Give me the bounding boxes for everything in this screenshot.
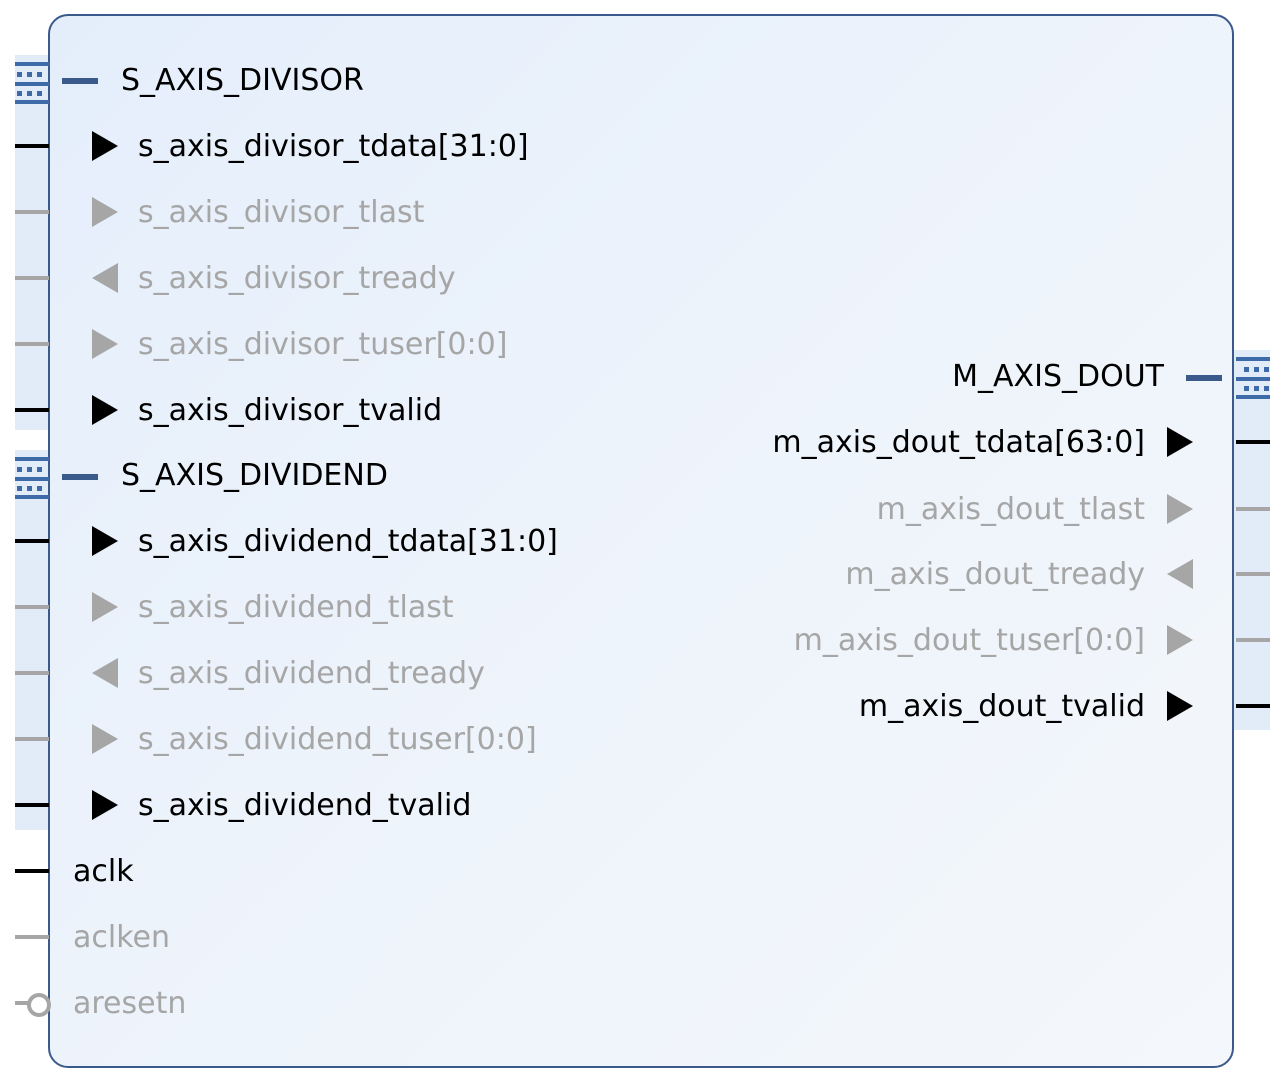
port-wire[interactable]: [15, 342, 49, 346]
port-wire[interactable]: [15, 276, 49, 280]
port-wire[interactable]: [1236, 572, 1270, 576]
output-arrow-icon: [1167, 625, 1193, 655]
signal-label: s_axis_divisor_tvalid: [138, 393, 443, 428]
input-arrow-icon: [1167, 559, 1193, 589]
port-wire[interactable]: [1236, 440, 1270, 444]
input-arrow-icon: [92, 197, 118, 227]
signal-label: m_axis_dout_tdata[63:0]: [772, 425, 1145, 460]
port-wire[interactable]: [15, 737, 49, 741]
port-wire[interactable]: [15, 803, 49, 807]
port-label-aclken: aclken: [73, 920, 170, 955]
collapse-minus-icon[interactable]: [62, 78, 98, 84]
signal-label: m_axis_dout_tuser[0:0]: [793, 623, 1145, 658]
input-arrow-icon: [92, 131, 118, 161]
s-axis-dividend-group-bg: [15, 450, 49, 830]
signal-label: m_axis_dout_tready: [845, 557, 1145, 592]
port-wire[interactable]: [15, 539, 49, 543]
port-wire[interactable]: [15, 210, 49, 214]
interface-name-s-axis-dividend: S_AXIS_DIVIDEND: [121, 458, 388, 493]
port-wire[interactable]: [15, 605, 49, 609]
output-arrow-icon: [1167, 494, 1193, 524]
collapse-minus-icon[interactable]: [1186, 375, 1222, 381]
collapse-minus-icon[interactable]: [62, 474, 98, 480]
active-low-bubble-icon[interactable]: [27, 993, 51, 1017]
signal-label: s_axis_divisor_tready: [138, 261, 456, 296]
output-arrow-icon: [92, 263, 118, 293]
port-wire[interactable]: [1236, 507, 1270, 511]
bus-interface-icon[interactable]: [1236, 351, 1270, 401]
interface-name-s-axis-divisor: S_AXIS_DIVISOR: [121, 63, 364, 98]
port-wire[interactable]: [15, 671, 49, 675]
signal-label: s_axis_dividend_tvalid: [138, 788, 472, 823]
port-wire[interactable]: [15, 408, 49, 412]
signal-label: s_axis_dividend_tlast: [138, 590, 454, 625]
input-arrow-icon: [92, 790, 118, 820]
aclken-port-wire[interactable]: [15, 935, 49, 939]
bus-interface-icon[interactable]: [15, 56, 49, 106]
bus-interface-icon[interactable]: [15, 451, 49, 501]
port-wire[interactable]: [1236, 638, 1270, 642]
input-arrow-icon: [92, 526, 118, 556]
input-arrow-icon: [92, 329, 118, 359]
signal-label: s_axis_divisor_tuser[0:0]: [138, 327, 508, 362]
port-label-aclk: aclk: [73, 854, 134, 889]
s-axis-divisor-group-bg: [15, 55, 49, 430]
signal-label: s_axis_divisor_tdata[31:0]: [138, 129, 529, 164]
aclk-port-wire[interactable]: [15, 869, 49, 873]
signal-label: s_axis_dividend_tdata[31:0]: [138, 524, 558, 559]
port-wire[interactable]: [15, 144, 49, 148]
port-wire[interactable]: [1236, 704, 1270, 708]
input-arrow-icon: [92, 724, 118, 754]
port-label-aresetn: aresetn: [73, 986, 187, 1021]
input-arrow-icon: [92, 395, 118, 425]
output-arrow-icon: [1167, 691, 1193, 721]
output-arrow-icon: [1167, 427, 1193, 457]
signal-label: s_axis_dividend_tuser[0:0]: [138, 722, 537, 757]
input-arrow-icon: [92, 592, 118, 622]
m-axis-dout-group-bg: [1234, 350, 1270, 730]
interface-name-m-axis-dout: M_AXIS_DOUT: [952, 359, 1164, 394]
signal-label: m_axis_dout_tlast: [876, 492, 1145, 527]
signal-label: s_axis_dividend_tready: [138, 656, 485, 691]
signal-label: m_axis_dout_tvalid: [858, 689, 1145, 724]
output-arrow-icon: [92, 658, 118, 688]
signal-label: s_axis_divisor_tlast: [138, 195, 425, 230]
